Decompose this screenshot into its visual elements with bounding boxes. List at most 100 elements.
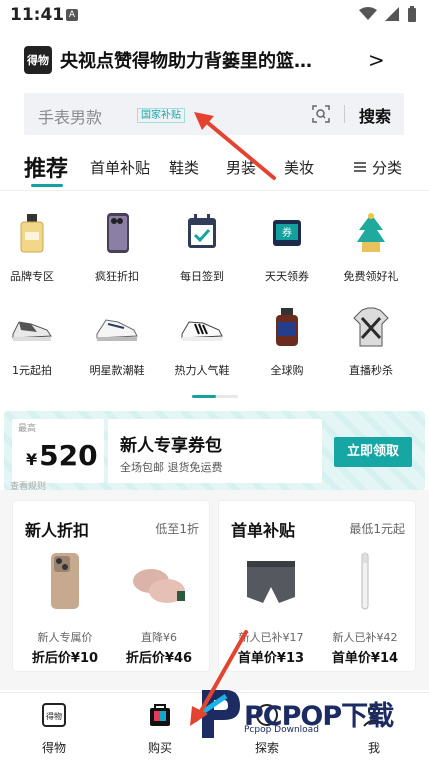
product-item[interactable]: 新人专属价 折后价¥10 <box>21 551 109 666</box>
signal-icon <box>385 7 399 21</box>
search-bar[interactable]: 手表男款 国家补贴 搜索 <box>24 93 404 135</box>
new-user-coupon-banner[interactable]: 最高 ¥520 新人专享券包 全场包邮 退货免运费 立即领取 查看规则 <box>4 411 425 491</box>
tab-active-indicator <box>31 184 63 187</box>
category-tabs: 推荐 首单补贴 鞋类 男装 美妆 分类 <box>0 145 429 191</box>
tab-beauty[interactable]: 美妆 <box>284 157 314 178</box>
grid-item-live-flash-sale[interactable]: 直播秒杀 <box>328 304 414 378</box>
coupon-amount: ¥520 <box>26 439 98 472</box>
supplement-bottle-icon <box>276 308 298 346</box>
tab-first-order-subsidy[interactable]: 首单补贴 <box>90 157 150 178</box>
card-subtitle: 最低1元起 <box>349 522 405 536</box>
grid-label: 每日签到 <box>180 270 224 283</box>
tab-shoes[interactable]: 鞋类 <box>169 157 199 178</box>
pager-active <box>192 395 216 398</box>
iphone-icon <box>51 553 79 609</box>
grid-item-star-sneakers[interactable]: 明星款潮鞋 <box>74 304 160 378</box>
subsidy-tag: 国家补贴 <box>137 108 185 123</box>
new-user-discount-card[interactable]: 新人折扣 低至1折 新人专属价 折后价¥10 直降¥6 折后价¥46 <box>12 500 210 672</box>
product-label: 新人已补¥17 <box>238 631 304 644</box>
grid-label: 明星款潮鞋 <box>89 364 145 377</box>
scan-icon[interactable] <box>312 105 330 123</box>
coupon-icon: 券 <box>273 220 301 246</box>
sneaker-icon <box>12 321 52 341</box>
shopping-bag-icon <box>150 704 170 726</box>
tab-menswear[interactable]: 男装 <box>226 157 256 178</box>
grid-label: 品牌专区 <box>10 270 54 283</box>
toothbrush-icon <box>361 552 369 610</box>
jersey-icon <box>353 307 389 347</box>
grid-label: 1元起拍 <box>12 364 52 377</box>
grid-label: 直播秒杀 <box>349 364 393 377</box>
nav-label: 购买 <box>147 741 172 755</box>
product-item[interactable]: 新人已补¥17 首单价¥13 <box>227 551 315 666</box>
grid-item-brand-zone[interactable]: 品牌专区 <box>0 210 75 284</box>
coupon-amount-box: 最高 ¥520 <box>12 419 104 483</box>
coupon-value: 520 <box>39 439 98 472</box>
product-label: 新人专属价 <box>37 631 93 644</box>
pcpop-logo-icon <box>198 690 240 738</box>
grid-label: 全球购 <box>270 364 304 377</box>
gift-tree-icon <box>357 213 385 252</box>
grid-item-free-gift[interactable]: 免费领好礼 <box>328 210 414 284</box>
nav-label: 得物 <box>41 741 66 755</box>
sim-icon: A <box>66 9 78 21</box>
dewu-logo-icon: 得物 <box>24 46 52 74</box>
coupon-currency: ¥ <box>26 450 38 469</box>
status-time: 11:41 <box>10 5 65 25</box>
category-button[interactable]: 分类 <box>372 157 402 178</box>
news-banner[interactable]: 得物 央视点赞得物助力背篓里的篮… > <box>24 42 404 78</box>
grid-item-crazy-discount[interactable]: 疯狂折扣 <box>74 210 160 284</box>
banner-title: 央视点赞得物助力背篓里的篮… <box>60 51 312 72</box>
product-price: 首单价¥14 <box>331 651 399 666</box>
grid-label: 热力人气鞋 <box>174 364 230 377</box>
phone-icon <box>107 213 129 253</box>
claim-coupon-button[interactable]: 立即领取 <box>334 437 412 467</box>
running-shoe-icon <box>96 319 138 341</box>
nav-home[interactable]: 得物 得物 <box>24 701 84 756</box>
grid-item-hot-shoes[interactable]: 热力人气鞋 <box>159 304 245 378</box>
underwear-icon <box>247 561 295 603</box>
coupon-max-label: 最高 <box>18 424 37 434</box>
grid-item-daily-checkin[interactable]: 每日签到 <box>159 210 245 284</box>
chevron-right-icon: > <box>368 48 385 72</box>
battery-icon <box>408 6 416 22</box>
perfume-icon <box>20 214 44 253</box>
coupon-subtitle: 全场包邮 退货免运费 <box>120 461 223 474</box>
card-subtitle: 低至1折 <box>155 522 199 536</box>
wifi-icon <box>359 7 377 20</box>
first-order-subsidy-card[interactable]: 首单补贴 最低1元起 新人已补¥17 首单价¥13 新人已补¥42 首单价¥14 <box>218 500 416 672</box>
product-item[interactable]: 直降¥6 折后价¥46 <box>115 551 203 666</box>
menu-lines-icon[interactable] <box>354 162 366 172</box>
watermark-sub: Pcpop Download <box>244 725 319 735</box>
coupon-info: 新人专享券包 全场包邮 退货免运费 <box>108 419 322 483</box>
quick-entry-grid: 品牌专区 疯狂折扣 每日签到 券 天天领券 免费领好礼 1元起拍 明星款潮鞋 热… <box>0 210 429 390</box>
grid-label: 免费领好礼 <box>343 270 399 283</box>
pcpop-watermark: PCPOP下载 Pcpop Download <box>196 678 416 748</box>
coupon-title: 新人专享券包 <box>120 436 222 456</box>
tab-recommend[interactable]: 推荐 <box>24 151 68 183</box>
product-item[interactable]: 新人已补¥42 首单价¥14 <box>321 551 409 666</box>
grid-item-daily-coupon[interactable]: 券 天天领券 <box>244 210 330 284</box>
search-button[interactable]: 搜索 <box>359 103 391 127</box>
status-icons <box>359 6 417 22</box>
product-price: 折后价¥46 <box>125 651 193 666</box>
calendar-check-icon <box>188 214 216 248</box>
home-logo-icon: 得物 <box>42 703 66 727</box>
divider <box>344 105 345 123</box>
adidas-shoe-icon <box>181 321 223 341</box>
card-title: 新人折扣 <box>25 521 90 540</box>
status-bar: 11:41 A <box>0 0 429 30</box>
svg-text:得物: 得物 <box>46 711 62 721</box>
slippers-icon <box>133 569 185 603</box>
product-price: 折后价¥10 <box>31 651 99 666</box>
app-screen: 11:41 A 得物 央视点赞得物助力背篓里的篮… > 手表男款 国家补贴 搜索… <box>0 0 429 762</box>
product-label: 新人已补¥42 <box>332 631 398 644</box>
grid-label: 天天领券 <box>265 270 309 283</box>
search-input[interactable]: 手表男款 <box>38 104 102 128</box>
grid-item-global-shopping[interactable]: 全球购 <box>244 304 330 378</box>
grid-item-one-yuan-auction[interactable]: 1元起拍 <box>0 304 75 378</box>
grid-pager <box>192 395 238 398</box>
product-label: 直降¥6 <box>141 631 177 644</box>
nav-buy[interactable]: 购买 <box>130 701 190 756</box>
grid-label: 疯狂折扣 <box>95 270 139 283</box>
